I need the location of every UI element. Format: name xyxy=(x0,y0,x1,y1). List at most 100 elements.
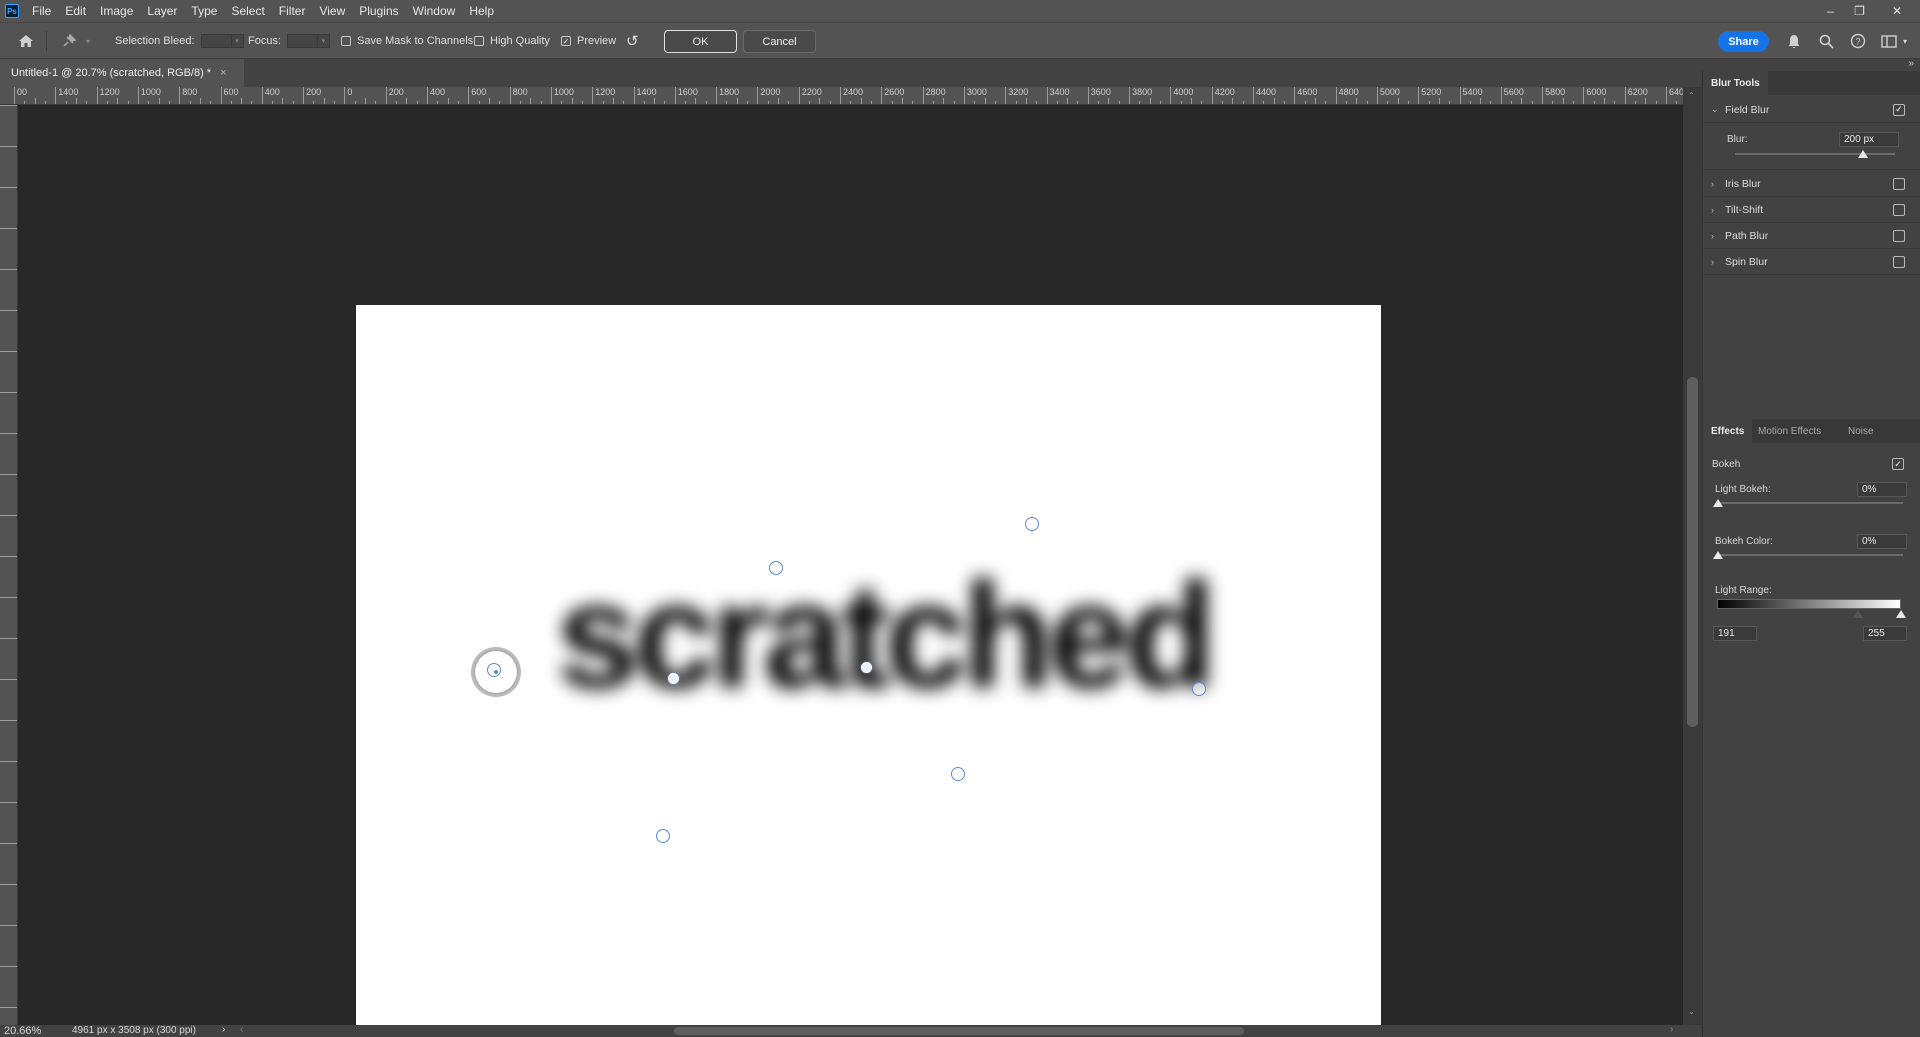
blur-amount-input[interactable]: 200 px xyxy=(1839,132,1899,147)
search-icon[interactable] xyxy=(1816,31,1836,51)
blur-pin[interactable] xyxy=(769,561,783,575)
share-button[interactable]: Share xyxy=(1718,31,1769,52)
checkbox-box[interactable] xyxy=(1893,229,1905,242)
reset-icon[interactable]: ↺ xyxy=(626,23,639,59)
light-bokeh-slider-track[interactable] xyxy=(1717,502,1903,504)
zoom-level[interactable]: 20.66% xyxy=(4,1025,41,1037)
ruler-minor-tick xyxy=(870,101,872,104)
light-range-high-thumb[interactable] xyxy=(1896,610,1906,618)
path-blur-section[interactable]: › Path Blur xyxy=(1703,223,1920,249)
checkmark-icon[interactable]: ✓ xyxy=(1893,103,1905,116)
ruler-minor-tick xyxy=(788,101,790,104)
light-range-low-thumb[interactable] xyxy=(1853,610,1863,618)
light-range-low-input[interactable]: 191 xyxy=(1713,626,1757,641)
menu-window[interactable]: Window xyxy=(406,0,463,22)
tilt-shift-section[interactable]: › Tilt-Shift xyxy=(1703,197,1920,223)
checkbox-box[interactable] xyxy=(1893,177,1905,190)
canvas-workspace[interactable]: scratched xyxy=(18,105,1683,1030)
ruler-tick-label: 600 xyxy=(220,87,239,104)
vertical-scroll-thumb[interactable] xyxy=(1687,377,1698,727)
light-range-gradient[interactable] xyxy=(1717,599,1901,609)
iris-blur-section[interactable]: › Iris Blur xyxy=(1703,171,1920,197)
blur-slider-track[interactable] xyxy=(1735,153,1895,155)
close-window-icon[interactable]: ✕ xyxy=(1874,0,1920,22)
chevron-down-icon[interactable]: ▾ xyxy=(231,34,244,48)
home-icon[interactable] xyxy=(18,23,34,59)
ruler-minor-tick xyxy=(313,101,315,104)
blur-pin[interactable] xyxy=(1025,517,1039,531)
chevron-right-icon[interactable]: › xyxy=(1711,257,1725,267)
chevron-down-icon[interactable]: ⌄ xyxy=(1711,104,1725,115)
blur-pin-dot[interactable] xyxy=(668,673,679,684)
menu-filter[interactable]: Filter xyxy=(272,0,313,22)
minimize-icon[interactable]: – xyxy=(1816,0,1845,22)
pin-tool-icon[interactable] xyxy=(61,23,77,59)
ruler-tick-label: 1200 xyxy=(592,87,615,104)
chevron-right-icon[interactable]: › xyxy=(1711,179,1725,189)
menu-select[interactable]: Select xyxy=(224,0,271,22)
document-tab[interactable]: Untitled-1 @ 20.7% (scratched, RGB/8) * … xyxy=(0,59,244,87)
document-canvas[interactable]: scratched xyxy=(356,305,1381,1030)
scroll-left-icon[interactable]: ‹ xyxy=(240,1024,243,1035)
high-quality-checkbox[interactable]: High Quality xyxy=(474,23,550,59)
field-blur-section[interactable]: ⌄ Field Blur ✓ xyxy=(1703,97,1920,123)
selection-bleed-input[interactable] xyxy=(200,34,232,48)
checkbox-box[interactable] xyxy=(1893,255,1905,268)
tab-motion-effects[interactable]: Motion Effects xyxy=(1750,419,1829,443)
workspace-chevron-icon[interactable]: ▾ xyxy=(1899,31,1911,51)
workspace-icon[interactable] xyxy=(1879,31,1899,51)
status-arrow-icon[interactable]: › xyxy=(222,1024,225,1035)
scroll-up-icon[interactable]: ⌃ xyxy=(1688,91,1695,100)
close-icon[interactable]: × xyxy=(220,67,226,79)
horizontal-scroll-thumb[interactable] xyxy=(674,1027,1244,1035)
collapse-panels-icon[interactable]: » xyxy=(1908,58,1914,69)
checkbox-box[interactable] xyxy=(474,36,484,46)
menu-edit[interactable]: Edit xyxy=(58,0,93,22)
scroll-right-icon[interactable]: › xyxy=(1670,1024,1673,1035)
checkbox-box[interactable] xyxy=(1893,203,1905,216)
checkbox-box[interactable] xyxy=(341,36,351,46)
menu-view[interactable]: View xyxy=(312,0,352,22)
menu-type[interactable]: Type xyxy=(184,0,224,22)
tab-blur-tools[interactable]: Blur Tools xyxy=(1703,71,1768,95)
chevron-down-icon[interactable]: ▾ xyxy=(318,34,331,48)
menu-help[interactable]: Help xyxy=(462,0,501,22)
blur-slider-thumb[interactable] xyxy=(1858,150,1868,158)
vertical-scrollbar[interactable]: ⌃ ⌄ xyxy=(1683,87,1702,1025)
cancel-button[interactable]: Cancel xyxy=(743,30,816,53)
checkmark-icon[interactable]: ✓ xyxy=(561,36,571,46)
blur-pin[interactable] xyxy=(656,829,670,843)
blur-pin[interactable] xyxy=(951,767,965,781)
focus-input[interactable] xyxy=(287,34,319,48)
scroll-down-icon[interactable]: ⌄ xyxy=(1688,1007,1695,1016)
save-mask-checkbox[interactable]: Save Mask to Channels xyxy=(341,23,473,59)
ruler-minor-tick xyxy=(1511,101,1513,104)
light-range-high-input[interactable]: 255 xyxy=(1863,626,1907,641)
bokeh-color-input[interactable]: 0% xyxy=(1857,534,1907,549)
light-bokeh-input[interactable]: 0% xyxy=(1857,482,1907,497)
bell-icon[interactable] xyxy=(1784,31,1804,51)
menu-plugins[interactable]: Plugins xyxy=(352,0,405,22)
tab-effects[interactable]: Effects xyxy=(1703,419,1753,443)
bokeh-color-slider-thumb[interactable] xyxy=(1713,551,1723,559)
ruler-tick-label: 800 xyxy=(509,87,528,104)
light-bokeh-slider-thumb[interactable] xyxy=(1713,499,1723,507)
menu-layer[interactable]: Layer xyxy=(140,0,184,22)
chevron-right-icon[interactable]: › xyxy=(1711,231,1725,241)
ruler-tick-label: 4600 xyxy=(1294,87,1317,104)
chevron-right-icon[interactable]: › xyxy=(1711,205,1725,215)
menu-file[interactable]: File xyxy=(25,0,58,22)
help-icon[interactable]: ? xyxy=(1848,31,1868,51)
preview-checkbox[interactable]: ✓ Preview xyxy=(561,23,616,59)
tab-noise[interactable]: Noise xyxy=(1840,419,1882,443)
restore-icon[interactable]: ❐ xyxy=(1845,0,1874,22)
blur-pin-dot[interactable] xyxy=(861,662,872,673)
active-blur-pin[interactable] xyxy=(471,647,521,697)
blur-pin[interactable] xyxy=(1192,682,1206,696)
spin-blur-section[interactable]: › Spin Blur xyxy=(1703,249,1920,275)
menu-image[interactable]: Image xyxy=(93,0,140,22)
bokeh-color-slider-track[interactable] xyxy=(1717,554,1903,556)
tool-preset-chevron-icon[interactable]: ▾ xyxy=(86,23,90,59)
ok-button[interactable]: OK xyxy=(664,30,737,53)
checkmark-icon[interactable]: ✓ xyxy=(1892,458,1904,470)
